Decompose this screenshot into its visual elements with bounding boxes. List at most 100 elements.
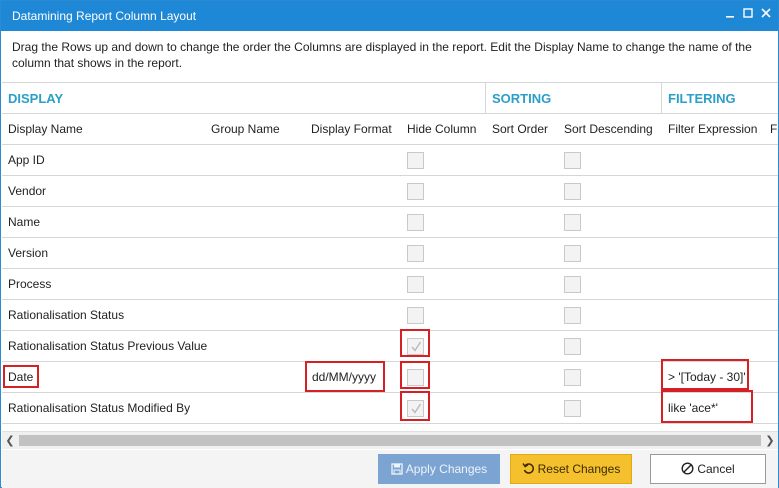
highlight-date-label [3, 365, 39, 388]
horizontal-scrollbar[interactable]: ❮ ❯ [2, 431, 778, 449]
minimize-icon[interactable] [721, 6, 739, 24]
display-name-cell[interactable]: Rationalisation Status [8, 300, 206, 331]
maximize-icon[interactable] [739, 6, 757, 24]
display-format-cell[interactable] [312, 145, 402, 176]
column-layout-grid: DISPLAY SORTING FILTERING Display Name G… [2, 82, 778, 430]
sort-descending-checkbox[interactable] [564, 307, 581, 324]
highlight-date-filter [661, 359, 749, 390]
highlight-modified-by-filter [661, 390, 753, 423]
hide-column-checkbox[interactable] [407, 276, 424, 293]
undo-icon [522, 457, 535, 485]
filter-expression-cell[interactable] [668, 331, 768, 362]
cancel-button[interactable]: Cancel [650, 454, 766, 484]
sort-order-cell[interactable] [492, 269, 560, 300]
column-header-group-name[interactable]: Group Name [211, 114, 306, 145]
sort-descending-checkbox[interactable] [564, 400, 581, 417]
sort-order-cell[interactable] [492, 176, 560, 207]
column-header-sort-descending[interactable]: Sort Descending [564, 114, 662, 145]
table-row[interactable]: Rationalisation Status Previous Value [2, 331, 778, 362]
sort-descending-checkbox[interactable] [564, 245, 581, 262]
group-name-cell[interactable] [211, 269, 306, 300]
close-icon[interactable] [757, 6, 775, 24]
highlight-hide-column-modified-by [400, 391, 430, 421]
apply-changes-button[interactable]: Apply Changes [378, 454, 500, 484]
cancel-label: Cancel [697, 462, 735, 476]
scroll-right-arrow-icon[interactable]: ❯ [762, 432, 778, 450]
sort-descending-checkbox[interactable] [564, 369, 581, 386]
sort-descending-checkbox[interactable] [564, 276, 581, 293]
display-name-cell[interactable]: Rationalisation Status Previous Value [8, 331, 207, 362]
scroll-left-arrow-icon[interactable]: ❮ [2, 432, 18, 450]
table-row[interactable]: Name [2, 207, 778, 238]
hide-column-checkbox[interactable] [407, 307, 424, 324]
sort-descending-checkbox[interactable] [564, 183, 581, 200]
column-header-display-name[interactable]: Display Name [8, 114, 208, 145]
display-name-cell[interactable]: Rationalisation Status Modified By [8, 393, 206, 424]
filter-expression-cell[interactable] [668, 145, 768, 176]
hide-column-checkbox[interactable] [407, 245, 424, 262]
sort-order-cell[interactable] [492, 207, 560, 238]
group-name-cell[interactable] [211, 362, 306, 393]
display-name-cell[interactable]: App ID [8, 145, 206, 176]
column-header-truncated[interactable]: F [770, 114, 778, 145]
sort-descending-checkbox[interactable] [564, 214, 581, 231]
sort-descending-checkbox[interactable] [564, 152, 581, 169]
hide-column-checkbox[interactable] [407, 183, 424, 200]
reset-changes-label: Reset Changes [537, 462, 621, 476]
hide-column-checkbox[interactable] [407, 214, 424, 231]
sort-order-cell[interactable] [492, 331, 560, 362]
title-bar[interactable]: Datamining Report Column Layout [1, 1, 778, 31]
reset-changes-button[interactable]: Reset Changes [510, 454, 632, 484]
dialog-window: Datamining Report Column Layout Drag the… [0, 0, 779, 488]
table-row[interactable]: Version [2, 238, 778, 269]
filter-expression-cell[interactable] [668, 176, 768, 207]
sort-order-cell[interactable] [492, 238, 560, 269]
filter-expression-cell[interactable] [668, 269, 768, 300]
cancel-icon [681, 457, 694, 485]
display-format-cell[interactable] [312, 238, 402, 269]
highlight-date-format [305, 361, 385, 392]
filter-expression-cell[interactable] [668, 300, 768, 331]
highlight-hide-column-previous-value [400, 329, 430, 357]
display-name-cell[interactable]: Process [8, 269, 206, 300]
column-header-display-format[interactable]: Display Format [311, 114, 406, 145]
display-name-cell[interactable]: Name [8, 207, 206, 238]
display-format-cell[interactable] [312, 300, 402, 331]
group-header-display: DISPLAY [2, 83, 486, 114]
sort-order-cell[interactable] [492, 300, 560, 331]
table-row[interactable]: App ID [2, 145, 778, 176]
column-header-hide-column[interactable]: Hide Column [407, 114, 487, 145]
group-name-cell[interactable] [211, 176, 306, 207]
column-header-filter-expression[interactable]: Filter Expression [668, 114, 768, 145]
sort-order-cell[interactable] [492, 393, 560, 424]
display-format-cell[interactable] [312, 331, 402, 362]
display-format-cell[interactable] [312, 269, 402, 300]
table-row[interactable]: Rationalisation Status [2, 300, 778, 331]
group-name-cell[interactable] [211, 238, 306, 269]
group-name-cell[interactable] [211, 393, 306, 424]
filter-expression-cell[interactable] [668, 238, 768, 269]
column-header-row: Display Name Group Name Display Format H… [2, 114, 778, 145]
highlight-hide-column-date [400, 361, 430, 389]
hide-column-checkbox[interactable] [407, 152, 424, 169]
sort-order-cell[interactable] [492, 145, 560, 176]
display-name-cell[interactable]: Version [8, 238, 206, 269]
group-name-cell[interactable] [211, 331, 306, 362]
group-name-cell[interactable] [211, 300, 306, 331]
button-bar: Apply Changes Reset Changes Cancel [2, 450, 778, 488]
sort-order-cell[interactable] [492, 362, 560, 393]
display-format-cell[interactable] [312, 393, 402, 424]
group-name-cell[interactable] [211, 145, 306, 176]
filter-expression-cell[interactable] [668, 207, 768, 238]
apply-changes-label: Apply Changes [405, 462, 488, 476]
group-header-sorting: SORTING [486, 83, 662, 114]
sort-descending-checkbox[interactable] [564, 338, 581, 355]
table-row[interactable]: Vendor [2, 176, 778, 207]
display-format-cell[interactable] [312, 176, 402, 207]
group-name-cell[interactable] [211, 207, 306, 238]
scrollbar-thumb[interactable] [19, 435, 761, 446]
table-row[interactable]: Process [2, 269, 778, 300]
column-header-sort-order[interactable]: Sort Order [492, 114, 562, 145]
display-name-cell[interactable]: Vendor [8, 176, 206, 207]
display-format-cell[interactable] [312, 207, 402, 238]
